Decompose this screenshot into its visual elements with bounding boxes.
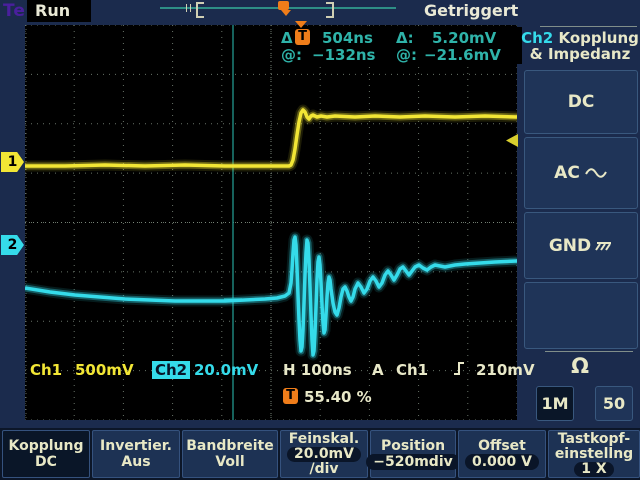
- record-tick: [186, 4, 187, 12]
- delta-volts-value: 5.20mV: [432, 29, 496, 47]
- coupling-gnd-label: GND: [549, 236, 591, 256]
- delta-symbol: Δ: [281, 29, 293, 47]
- impedance-1m-button[interactable]: 1M: [536, 386, 574, 421]
- ground-icon: [595, 239, 613, 253]
- coupling-ac-label: AC: [554, 163, 580, 183]
- trigger-source: Ch1: [396, 361, 428, 379]
- menu-title: Bandbreite: [183, 438, 277, 454]
- record-window-left-bracket: [196, 2, 204, 18]
- delta-volts-label: Δ:: [396, 29, 414, 47]
- ch1-label: Ch1: [30, 361, 62, 379]
- trigger-t-badge-icon: T: [295, 29, 310, 45]
- trigger-marker-arrow-icon: [295, 21, 307, 28]
- at-volts-label: @:: [396, 46, 417, 64]
- coupling-dc-label: DC: [568, 92, 595, 112]
- trigger-position-percent: 55.40 %: [304, 388, 372, 406]
- menu-kopplung-button[interactable]: Kopplung DC: [2, 430, 90, 478]
- record-tick: [190, 4, 191, 12]
- ch1-position-marker: 1: [1, 152, 24, 172]
- menu-offset-button[interactable]: Offset 0.000 V: [458, 430, 546, 478]
- coupling-gnd-button[interactable]: GND: [524, 212, 638, 279]
- oscilloscope-screen: Tek Run Getriggert Δ T 504ns Δ: 5.20mV @…: [0, 0, 640, 480]
- panel-divider: [540, 26, 637, 27]
- ch2-position-marker: 2: [1, 235, 24, 255]
- menu-suffix: /div: [281, 462, 367, 477]
- blank-panel-button[interactable]: [524, 282, 638, 349]
- menu-value: 20.0mV: [287, 447, 361, 462]
- menu-title: Tastkopf-: [549, 432, 639, 447]
- record-window-right-bracket: [326, 2, 334, 18]
- menu-value: Voll: [183, 454, 277, 470]
- impedance-divider: [545, 351, 633, 352]
- coupling-ac-button[interactable]: AC: [524, 137, 638, 209]
- menu-value: 1 X: [574, 462, 613, 477]
- menu-value: Aus: [93, 454, 179, 470]
- menu-feinskal-button[interactable]: Feinskal. 20.0mV /div: [280, 430, 368, 478]
- ch2-scale: 20.0mV: [194, 361, 258, 379]
- at-time-label: @:: [281, 46, 302, 64]
- menu-value: DC: [3, 454, 89, 470]
- trigger-mode-label: A: [372, 361, 384, 379]
- rising-edge-icon: [452, 360, 466, 377]
- at-volts-value: −21.6mV: [424, 46, 501, 64]
- panel-title: Ch2 Kopplung & Impedanz: [520, 30, 640, 62]
- sine-wave-icon: [584, 166, 608, 180]
- menu-title: Kopplung: [3, 438, 89, 454]
- menu-title: Offset: [459, 438, 545, 454]
- trigger-position-flag-icon: [278, 1, 289, 10]
- menu-title: Invertier.: [93, 438, 179, 454]
- menu-tastkopf-button[interactable]: Tastkopf- einstellng 1 X: [548, 430, 640, 478]
- ch1-scale: 500mV: [75, 361, 134, 379]
- at-time-value: −132ns: [312, 46, 376, 64]
- menu-invertier-button[interactable]: Invertier. Aus: [92, 430, 180, 478]
- panel-title-line2: & Impedanz: [530, 45, 631, 63]
- trigger-status: Getriggert: [424, 1, 518, 20]
- delta-time-value: 504ns: [322, 29, 373, 47]
- ch2-label-badge: Ch2: [152, 361, 190, 379]
- impedance-symbol: Ω: [520, 354, 640, 378]
- trigger-t-badge-icon: T: [283, 388, 298, 404]
- menu-title2: einstellng: [549, 447, 639, 462]
- horizontal-scale: H 100ns: [283, 361, 352, 379]
- trigger-position-arrow-icon: [281, 10, 291, 16]
- impedance-50-button[interactable]: 50: [595, 386, 633, 421]
- menu-value: 0.000 V: [465, 454, 539, 470]
- menu-position-button[interactable]: Position −520mdiv: [370, 430, 456, 478]
- menu-value: −520mdiv: [366, 454, 460, 470]
- menu-title: Position: [371, 438, 455, 454]
- menu-title: Feinskal.: [281, 432, 367, 447]
- acquisition-status: Run: [35, 1, 70, 20]
- menu-bandbreite-button[interactable]: Bandbreite Voll: [182, 430, 278, 478]
- coupling-dc-button[interactable]: DC: [524, 70, 638, 134]
